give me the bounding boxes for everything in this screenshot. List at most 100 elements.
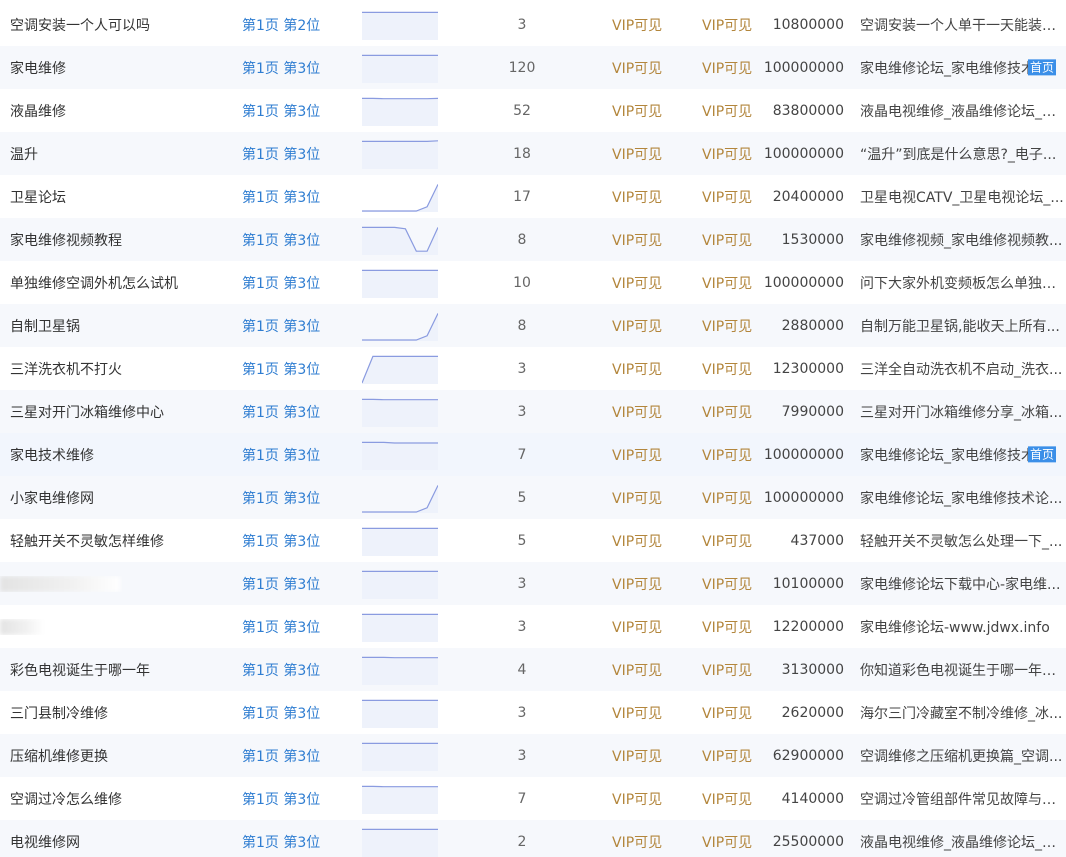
count-cell: 5 [517,489,527,506]
table-row: 温升 第1页 第3位 18 VIP可见 VIP可见 100000000 “温升”到底是什么意… [0,132,1066,175]
rank-link[interactable]: 第1页 第3位 [232,230,354,250]
keyword-cell: 小家电维修网 [10,490,94,507]
vip-visible-cell: VIP可见 [612,17,663,34]
index-cell: 25500000 [772,833,844,850]
vip-visible-cell: VIP可见 [702,318,753,335]
rank-link[interactable]: 第1页 第3位 [232,273,354,293]
sparkline-chart [362,312,438,341]
trend-sparkline [354,397,442,427]
index-cell: 2880000 [781,317,844,334]
page-title-cell[interactable]: 家电维修论坛_家电维修技术论... [850,488,1066,508]
index-cell: 83800000 [772,102,844,119]
rank-link[interactable]: 第1页 第3位 [232,574,354,594]
count-cell: 17 [513,188,531,205]
rank-link[interactable]: 第1页 第3位 [232,445,354,465]
vip-visible-cell: VIP可见 [612,748,663,765]
table-row: 卫星论坛 第1页 第3位 17 VIP可见 VIP可见 20400000 卫星电视CATV_… [0,175,1066,218]
page-title-cell[interactable]: 液晶电视维修_液晶维修论坛_液... [850,101,1066,121]
vip-visible-cell: VIP可见 [612,533,663,550]
rank-link[interactable]: 第1页 第3位 [232,617,354,637]
rank-link[interactable]: 第1页 第3位 [232,359,354,379]
sparkline-chart [362,613,438,642]
index-cell: 62900000 [772,747,844,764]
page-title-cell[interactable]: 空调安装一个人单干一天能装多... [850,15,1066,35]
page-title-cell[interactable]: 家电维修论坛_家电维修技术论 首页 [850,445,1066,465]
page-title-cell[interactable]: 卫星电视CATV_卫星电视论坛_... [850,187,1066,207]
rank-link[interactable]: 第1页 第3位 [232,789,354,809]
rank-link[interactable]: 第1页 第3位 [232,316,354,336]
vip-visible-cell: VIP可见 [702,834,753,851]
page-title-cell[interactable]: 三星对开门冰箱维修分享_冰箱... [850,402,1066,422]
keyword-cell: 单独维修空调外机怎么试机 [10,275,178,292]
table-row: 空调过冷怎么维修 第1页 第3位 7 VIP可见 VIP可见 4140000 空调过冷管组部… [0,777,1066,820]
sparkline-chart [362,656,438,685]
trend-sparkline [354,225,442,255]
rank-link[interactable]: 第1页 第3位 [232,703,354,723]
page-title-cell[interactable]: 你知道彩色电视诞生于哪一年吗... [850,660,1066,680]
keyword-cell: 自制卫星锅 [10,318,80,335]
rank-link[interactable]: 第1页 第3位 [232,531,354,551]
vip-visible-cell: VIP可见 [612,490,663,507]
table-row: 三门县制冷维修 第1页 第3位 3 VIP可见 VIP可见 2620000 海尔三门冷藏室不… [0,691,1066,734]
vip-visible-cell: VIP可见 [612,146,663,163]
page-title-cell[interactable]: “温升”到底是什么意思?_电子... [850,144,1066,164]
trend-sparkline [354,182,442,212]
index-cell: 100000000 [763,274,844,291]
rank-link[interactable]: 第1页 第2位 [232,15,354,35]
vip-visible-cell: VIP可见 [612,60,663,77]
vip-visible-cell: VIP可见 [702,490,753,507]
page-title-cell[interactable]: 空调维修之压缩机更换篇_空调... [850,746,1066,766]
keyword-cell: 压缩机维修更换 [10,748,108,765]
sparkline-line [362,484,438,513]
sparkline-line [362,139,438,142]
sparkline-area [362,785,438,814]
rank-link[interactable]: 第1页 第3位 [232,488,354,508]
trend-sparkline [354,741,442,771]
redacted-keyword [0,618,44,635]
sparkline-chart [362,785,438,814]
keyword-cell [0,618,232,635]
keyword-cell: 液晶维修 [10,103,66,120]
page-title-cell[interactable]: 三洋全自动洗衣机不启动_洗衣... [850,359,1066,379]
index-cell: 20400000 [772,188,844,205]
count-cell: 3 [517,575,527,592]
rank-link[interactable]: 第1页 第3位 [232,58,354,78]
sparkline-chart [362,742,438,771]
page-title-cell[interactable]: 家电维修论坛下载中心-家电维... [850,574,1066,594]
page-title-cell[interactable]: 液晶电视维修_液晶维修论坛_液... [850,832,1066,852]
rank-link[interactable]: 第1页 第3位 [232,187,354,207]
trend-sparkline [354,440,442,470]
page-title-cell[interactable]: 轻触开关不灵敏怎么处理一下_... [850,531,1066,551]
vip-visible-cell: VIP可见 [612,361,663,378]
page-title-cell[interactable]: 问下大家外机变频板怎么单独测... [850,273,1066,293]
rank-link[interactable]: 第1页 第3位 [232,660,354,680]
keyword-cell: 三洋洗衣机不打火 [10,361,122,378]
sparkline-line [362,312,438,341]
page-title-cell[interactable]: 家电维修论坛-www.jdwx.info [850,617,1066,637]
sparkline-area [362,54,438,83]
rank-link[interactable]: 第1页 第3位 [232,101,354,121]
vip-visible-cell: VIP可见 [702,791,753,808]
rank-link[interactable]: 第1页 第3位 [232,746,354,766]
rank-link[interactable]: 第1页 第3位 [232,832,354,852]
table-row: 电视维修网 第1页 第3位 2 VIP可见 VIP可见 25500000 液晶电视维修_液晶… [0,820,1066,857]
count-cell: 7 [517,446,527,463]
page-title-cell[interactable]: 自制万能卫星锅,能收天上所有... [850,316,1066,336]
rank-link[interactable]: 第1页 第3位 [232,144,354,164]
count-cell: 3 [517,16,527,33]
page-title-cell[interactable]: 空调过冷管组部件常见故障与检... [850,789,1066,809]
trend-sparkline [354,569,442,599]
page-title-cell[interactable]: 家电维修视频_家电维修视频教... [850,230,1066,250]
table-row: 三星对开门冰箱维修中心 第1页 第3位 3 VIP可见 VIP可见 7990000 三星对开… [0,390,1066,433]
page-title-cell[interactable]: 海尔三门冷藏室不制冷维修_冰... [850,703,1066,723]
vip-visible-cell: VIP可见 [702,662,753,679]
index-cell: 1530000 [781,231,844,248]
keyword-cell: 家电技术维修 [10,447,94,464]
rank-link[interactable]: 第1页 第3位 [232,402,354,422]
page-title-cell[interactable]: 家电维修论坛_家电维修技术论 首页 [850,58,1066,78]
keyword-cell [0,575,232,592]
vip-visible-cell: VIP可见 [702,275,753,292]
count-cell: 3 [517,747,527,764]
sparkline-area [362,699,438,728]
keyword-cell: 电视维修网 [10,834,80,851]
